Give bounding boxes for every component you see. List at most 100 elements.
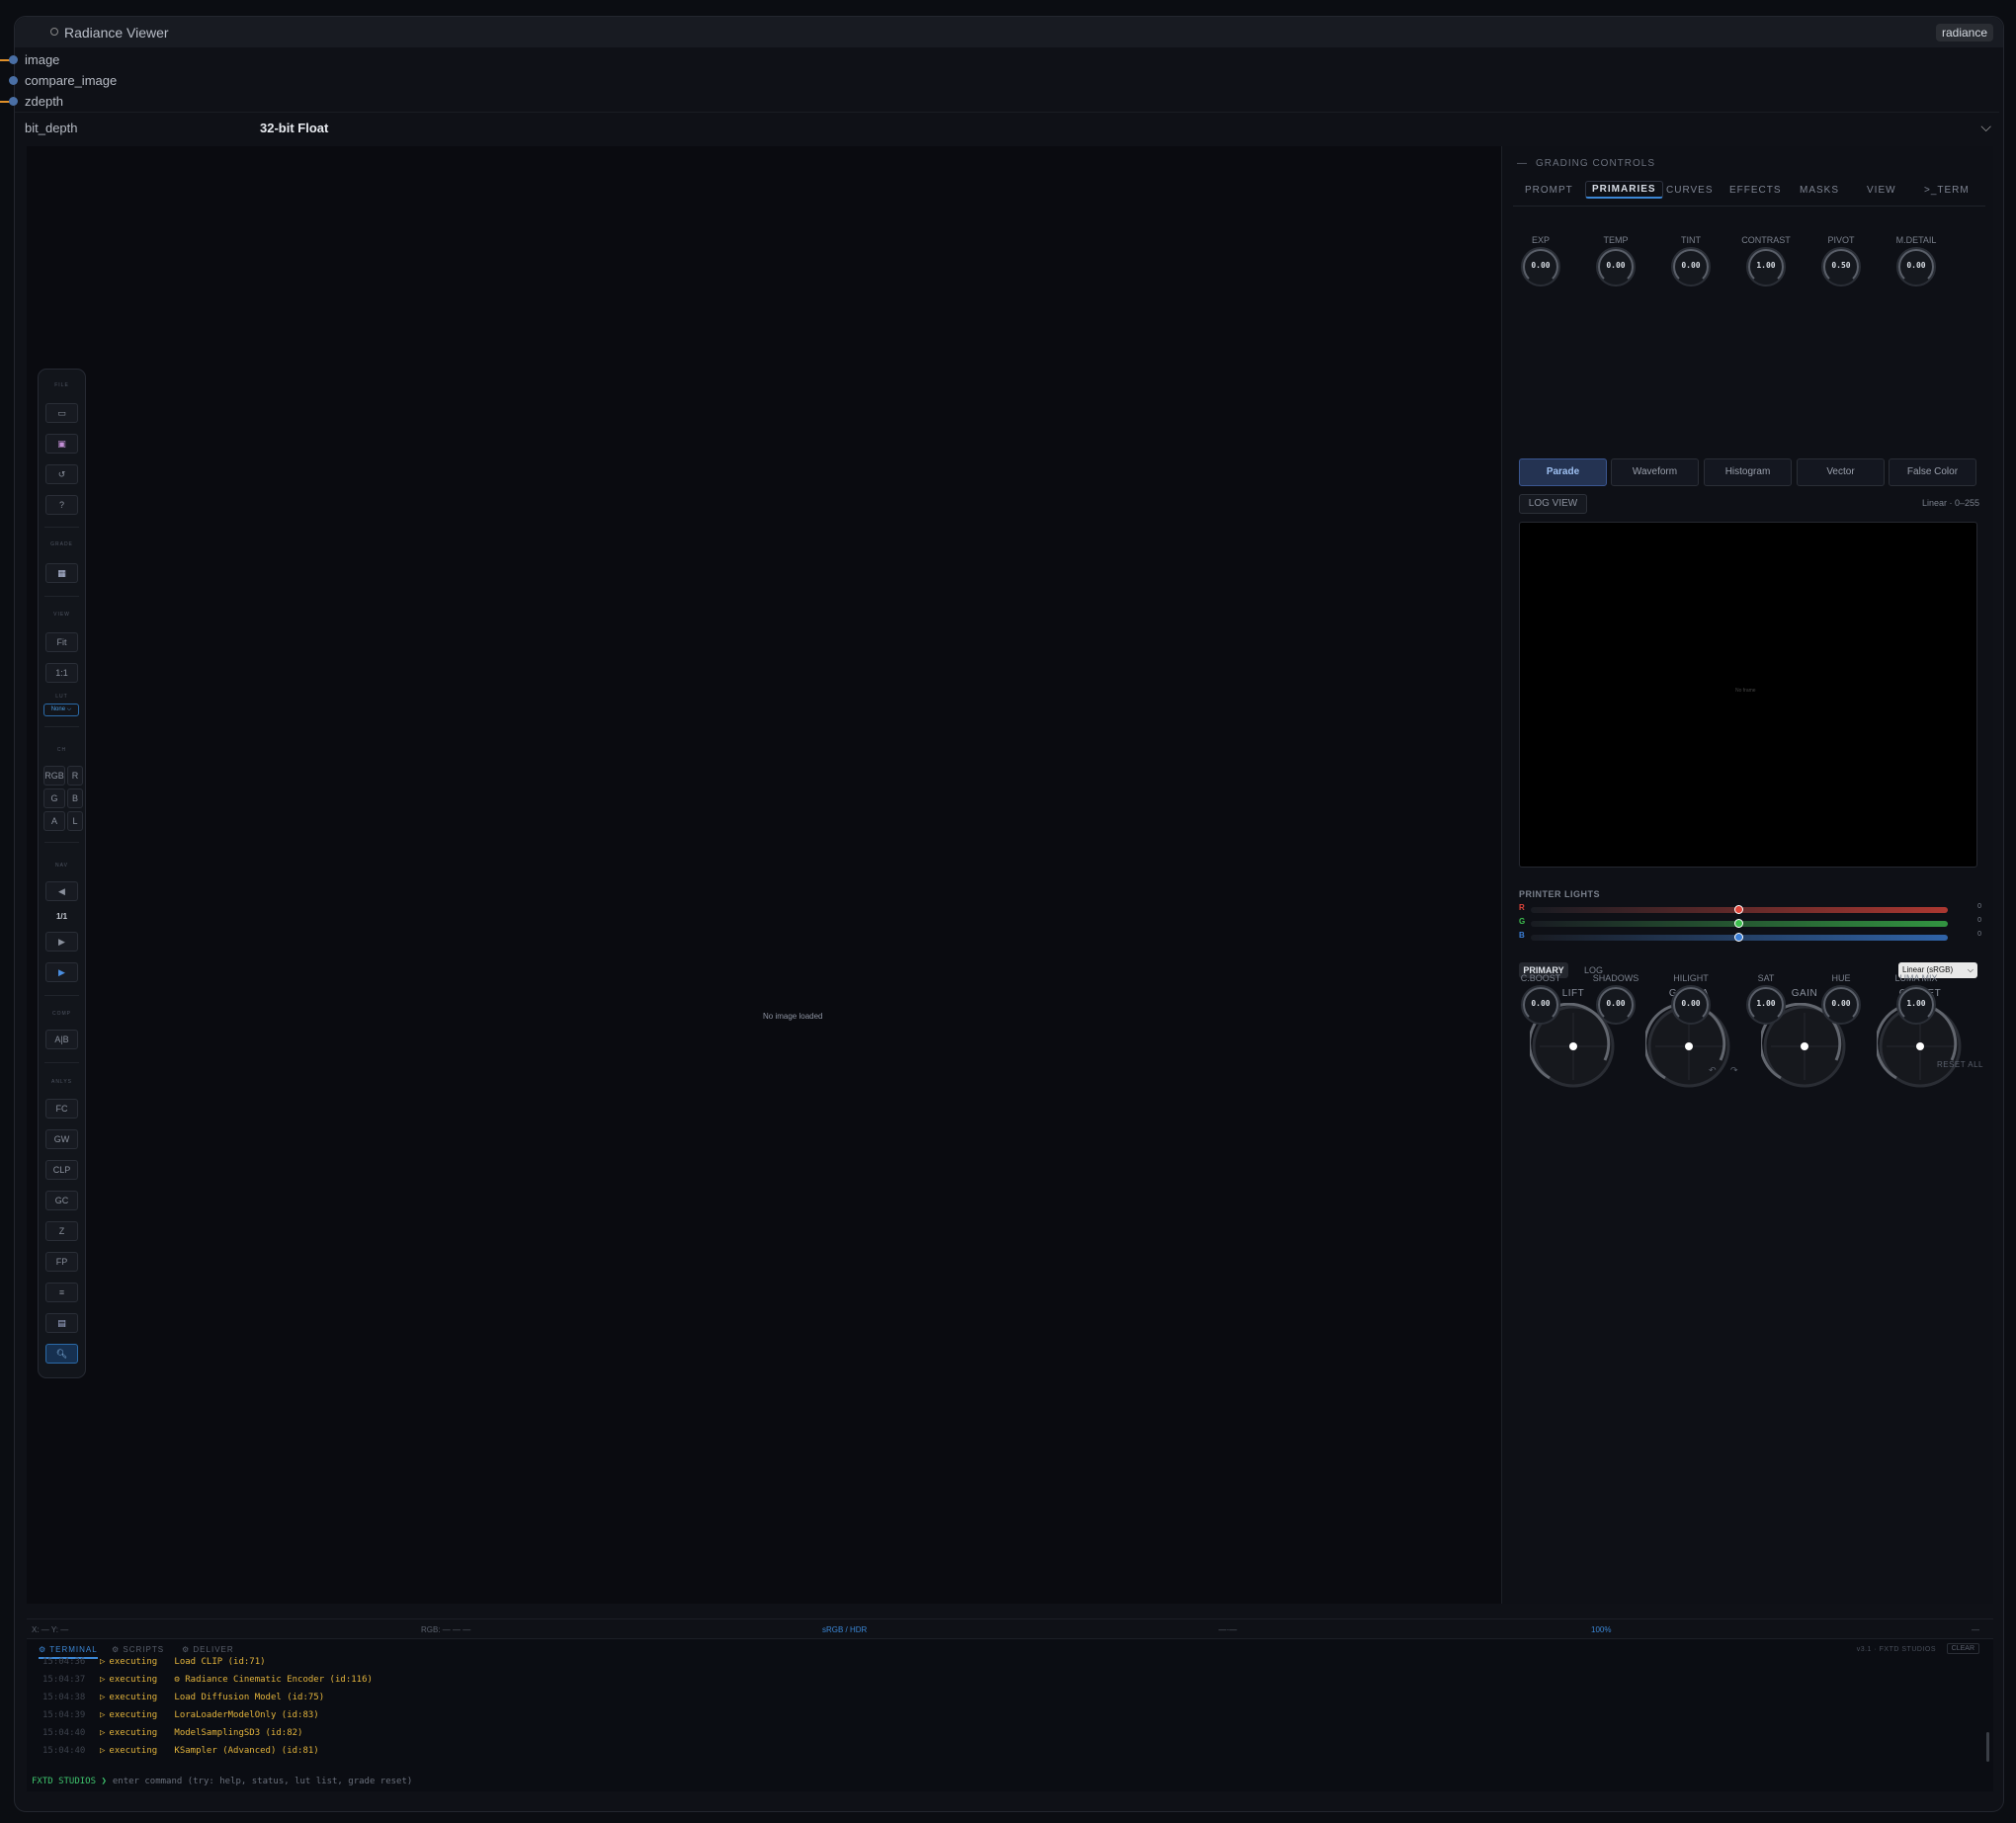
tab-masks[interactable]: MASKS	[1800, 185, 1839, 196]
channel-g-button[interactable]: G	[43, 788, 65, 808]
knob-contrast[interactable]: 1.00	[1746, 247, 1786, 287]
knob-m-detail[interactable]: 0.00	[1896, 247, 1936, 287]
tab-deliver[interactable]: ⚙ DELIVER	[182, 1645, 234, 1654]
knob-luma-mix[interactable]: 1.00	[1896, 985, 1936, 1025]
play-button[interactable]: ▶	[45, 962, 78, 982]
refresh-button[interactable]: ↺	[45, 464, 78, 484]
collapse-icon[interactable]: —	[1517, 158, 1528, 169]
log-row: 15:04:40 ▷ executing ModelSamplingSD3 (id:8…	[42, 1728, 302, 1738]
ab-compare-button[interactable]: A|B	[45, 1030, 78, 1049]
status-colorspace: sRGB / HDR	[822, 1625, 868, 1634]
printer-light-r[interactable]: R0	[1519, 903, 1983, 914]
knob-pivot[interactable]: 0.50	[1821, 247, 1861, 287]
fit-button[interactable]: Fit	[45, 632, 78, 652]
terminal-scrollbar[interactable]	[1986, 1732, 1989, 1762]
input-slot-icon[interactable]	[9, 97, 18, 106]
input-slot-icon[interactable]	[9, 76, 18, 85]
knob-hue[interactable]: 0.00	[1821, 985, 1861, 1025]
channel-a-button[interactable]: A	[43, 811, 65, 831]
reset-all-button[interactable]: RESET ALL	[1937, 1060, 1983, 1069]
one-to-one-button[interactable]: 1:1	[45, 663, 78, 683]
bit-depth-value[interactable]: 32-bit Float	[260, 121, 328, 135]
printer-light-value: 0	[1977, 931, 1981, 938]
input-slot-icon[interactable]	[9, 55, 18, 64]
channel-b-button[interactable]: B	[67, 788, 83, 808]
knob-exp[interactable]: 0.00	[1521, 247, 1560, 287]
status-right: —	[1972, 1625, 1979, 1634]
knob-sat[interactable]: 1.00	[1746, 985, 1786, 1025]
undo-icon[interactable]: ↶	[1709, 1065, 1717, 1075]
zdepth-button[interactable]: Z	[45, 1221, 78, 1241]
open-file-button[interactable]: ▭	[45, 403, 78, 423]
scope-vector-button[interactable]: Vector	[1797, 458, 1885, 486]
terminal-command-input[interactable]: enter command (try: help, status, lut li…	[113, 1777, 412, 1786]
tab-primaries[interactable]: PRIMARIES	[1585, 181, 1663, 199]
refresh-icon: ↺	[57, 469, 66, 479]
zoom-search-button[interactable]: 🔍︎	[45, 1344, 78, 1364]
clipping-button[interactable]: CLP	[45, 1160, 78, 1180]
panel-title-text: GRADING CONTROLS	[1536, 158, 1656, 169]
knob-shadows[interactable]: 0.00	[1596, 985, 1636, 1025]
channel-rgb-button[interactable]: RGB	[43, 766, 65, 786]
tab-label: DELIVER	[193, 1645, 234, 1654]
toolbar-divider	[44, 1062, 79, 1063]
channel-r-button[interactable]: R	[67, 766, 83, 786]
node-header[interactable]: Radiance Viewer radiance	[15, 17, 2003, 47]
knob-value: 0.50	[1831, 261, 1851, 270]
tab-scripts[interactable]: ⚙ SCRIPTS	[112, 1645, 164, 1654]
log-timestamp: 15:04:39	[42, 1710, 86, 1720]
status-xy: X: — Y: —	[32, 1625, 69, 1634]
tab-effects[interactable]: EFFECTS	[1729, 185, 1782, 196]
next-frame-button[interactable]: ▶	[45, 932, 78, 952]
run-arrow-icon: ▷	[100, 1710, 106, 1720]
gamut-check-button[interactable]: GC	[45, 1191, 78, 1210]
terminal-panel: ⚙ TERMINAL ⚙ SCRIPTS ⚙ DELIVER v3.1 · FX…	[27, 1638, 1993, 1791]
status-zoom: 100%	[1591, 1625, 1612, 1634]
redo-icon[interactable]: ↷	[1730, 1065, 1738, 1075]
tab-label: SCRIPTS	[123, 1645, 165, 1654]
scope-false-color-button[interactable]: False Color	[1889, 458, 1976, 486]
tab-view[interactable]: VIEW	[1867, 185, 1896, 196]
log-row: 15:04:37 ▷ executing ⚙ Radiance Cinematic E…	[42, 1675, 373, 1685]
help-button[interactable]: ?	[45, 495, 78, 515]
image-viewport[interactable]: No image loaded	[27, 146, 1502, 1604]
run-arrow-icon: ▷	[100, 1728, 106, 1738]
grid-overlay-button[interactable]: ▤	[45, 1313, 78, 1333]
bit-depth-combo[interactable]: bit_depth 32-bit Float ⌵	[15, 112, 1999, 143]
tab-terminal[interactable]: >_TERM	[1924, 185, 1970, 196]
log-view-button[interactable]: LOG VIEW	[1519, 494, 1587, 514]
knob-value: 1.00	[1756, 999, 1776, 1008]
menu-button[interactable]: ≡	[45, 1283, 78, 1302]
terminal-prompt[interactable]: FXTD STUDIOS ❯ enter command (try: help, …	[32, 1777, 412, 1786]
printer-light-thumb[interactable]	[1734, 905, 1743, 914]
lut-select[interactable]: None ⌵	[43, 704, 79, 716]
node-collapse-dot-icon[interactable]	[50, 28, 58, 36]
log-timestamp: 15:04:37	[42, 1675, 86, 1685]
terminal-clear-button[interactable]: CLEAR	[1946, 1643, 1979, 1654]
prev-frame-button[interactable]: ◀	[45, 881, 78, 901]
channel-l-button[interactable]: L	[67, 811, 83, 831]
false-color-button[interactable]: FC	[45, 1099, 78, 1119]
printer-light-thumb[interactable]	[1734, 933, 1743, 942]
knob-hilight[interactable]: 0.00	[1671, 985, 1711, 1025]
scope-histogram-button[interactable]: Histogram	[1704, 458, 1792, 486]
scope-waveform-button[interactable]: Waveform	[1611, 458, 1699, 486]
tab-curves[interactable]: CURVES	[1666, 185, 1714, 196]
printer-light-thumb[interactable]	[1734, 919, 1743, 928]
chevron-down-icon[interactable]: ⌵	[1980, 119, 1991, 135]
gamut-warning-button[interactable]: GW	[45, 1129, 78, 1149]
scope-parade-button[interactable]: Parade	[1519, 458, 1607, 486]
log-message: Load Diffusion Model (id:75)	[174, 1693, 325, 1702]
printer-light-g[interactable]: G0	[1519, 917, 1983, 928]
tab-prompt[interactable]: PROMPT	[1525, 185, 1573, 196]
knob-value: 0.00	[1906, 261, 1926, 270]
log-message: ⚙ Radiance Cinematic Encoder (id:116)	[174, 1675, 373, 1685]
knob-tint[interactable]: 0.00	[1671, 247, 1711, 287]
save-button[interactable]: ▣	[45, 434, 78, 454]
grade-grid-button[interactable]: ▦	[45, 563, 78, 583]
printer-light-b[interactable]: B0	[1519, 931, 1983, 942]
focus-peaking-button[interactable]: FP	[45, 1252, 78, 1272]
knob-c-boost[interactable]: 0.00	[1521, 985, 1560, 1025]
play-icon: ▶	[58, 937, 65, 947]
knob-temp[interactable]: 0.00	[1596, 247, 1636, 287]
